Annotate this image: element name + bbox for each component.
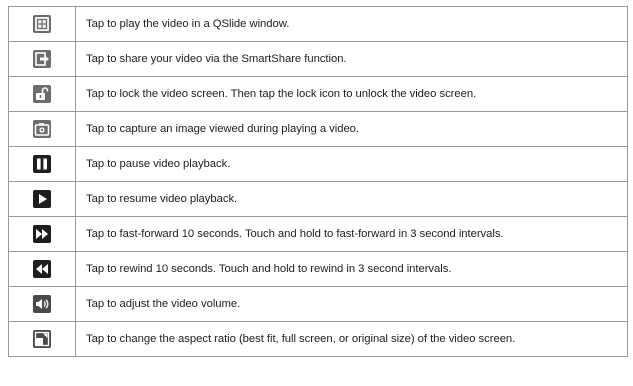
row-description: Tap to capture an image viewed during pl… — [75, 111, 628, 147]
play-icon — [32, 189, 52, 209]
pause-icon — [32, 154, 52, 174]
icon-cell — [8, 251, 76, 287]
table-row: Tap to fast-forward 10 seconds. Touch an… — [8, 216, 628, 252]
icon-cell — [8, 111, 76, 147]
aspect-ratio-icon — [32, 329, 52, 349]
share-icon — [32, 49, 52, 69]
icon-cell — [8, 216, 76, 252]
fast-forward-icon — [32, 224, 52, 244]
row-description: Tap to resume video playback. — [75, 181, 628, 217]
qslide-icon — [32, 14, 52, 34]
row-description: Tap to change the aspect ratio (best fit… — [75, 321, 628, 357]
icon-cell — [8, 321, 76, 357]
table-row: Tap to rewind 10 seconds. Touch and hold… — [8, 251, 628, 287]
table-row: Tap to play the video in a QSlide window… — [8, 6, 628, 42]
volume-icon — [32, 294, 52, 314]
icon-cell — [8, 286, 76, 322]
lock-icon — [32, 84, 52, 104]
row-description: Tap to lock the video screen. Then tap t… — [75, 76, 628, 112]
icon-cell — [8, 181, 76, 217]
row-description: Tap to adjust the video volume. — [75, 286, 628, 322]
table-row: Tap to capture an image viewed during pl… — [8, 111, 628, 147]
row-description: Tap to rewind 10 seconds. Touch and hold… — [75, 251, 628, 287]
table-row: Tap to adjust the video volume. — [8, 286, 628, 322]
table-row: Tap to share your video via the SmartSha… — [8, 41, 628, 77]
row-description: Tap to share your video via the SmartSha… — [75, 41, 628, 77]
table-row: Tap to change the aspect ratio (best fit… — [8, 321, 628, 357]
icon-cell — [8, 41, 76, 77]
icon-cell — [8, 146, 76, 182]
rewind-icon — [32, 259, 52, 279]
table-row: Tap to lock the video screen. Then tap t… — [8, 76, 628, 112]
icon-cell — [8, 76, 76, 112]
icon-cell — [8, 6, 76, 42]
table-row: Tap to pause video playback. — [8, 146, 628, 182]
table-row: Tap to resume video playback. — [8, 181, 628, 217]
icon-description-table: Tap to play the video in a QSlide window… — [8, 6, 628, 357]
camera-icon — [32, 119, 52, 139]
row-description: Tap to play the video in a QSlide window… — [75, 6, 628, 42]
row-description: Tap to pause video playback. — [75, 146, 628, 182]
row-description: Tap to fast-forward 10 seconds. Touch an… — [75, 216, 628, 252]
